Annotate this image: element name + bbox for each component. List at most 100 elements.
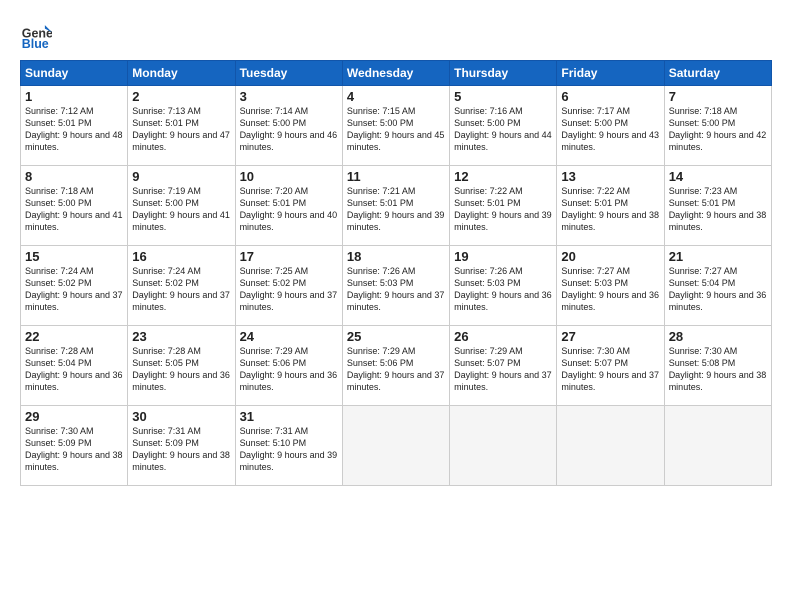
calendar-cell: 5 Sunrise: 7:16 AMSunset: 5:00 PMDayligh…	[450, 86, 557, 166]
calendar-cell: 11 Sunrise: 7:21 AMSunset: 5:01 PMDaylig…	[342, 166, 449, 246]
day-info: Sunrise: 7:21 AMSunset: 5:01 PMDaylight:…	[347, 185, 445, 234]
page-container: General Blue Sunday Monday Tuesday Wedne…	[0, 0, 792, 496]
day-number: 12	[454, 169, 552, 184]
day-info: Sunrise: 7:23 AMSunset: 5:01 PMDaylight:…	[669, 185, 767, 234]
calendar-week-row: 15 Sunrise: 7:24 AMSunset: 5:02 PMDaylig…	[21, 246, 772, 326]
calendar-cell: 29 Sunrise: 7:30 AMSunset: 5:09 PMDaylig…	[21, 406, 128, 486]
day-number: 31	[240, 409, 338, 424]
day-info: Sunrise: 7:20 AMSunset: 5:01 PMDaylight:…	[240, 185, 338, 234]
calendar-cell	[557, 406, 664, 486]
day-info: Sunrise: 7:26 AMSunset: 5:03 PMDaylight:…	[347, 265, 445, 314]
calendar-week-row: 8 Sunrise: 7:18 AMSunset: 5:00 PMDayligh…	[21, 166, 772, 246]
calendar-cell: 28 Sunrise: 7:30 AMSunset: 5:08 PMDaylig…	[664, 326, 771, 406]
calendar-cell: 16 Sunrise: 7:24 AMSunset: 5:02 PMDaylig…	[128, 246, 235, 326]
calendar-cell: 21 Sunrise: 7:27 AMSunset: 5:04 PMDaylig…	[664, 246, 771, 326]
calendar-week-row: 29 Sunrise: 7:30 AMSunset: 5:09 PMDaylig…	[21, 406, 772, 486]
day-number: 3	[240, 89, 338, 104]
day-info: Sunrise: 7:27 AMSunset: 5:04 PMDaylight:…	[669, 265, 767, 314]
calendar-cell: 12 Sunrise: 7:22 AMSunset: 5:01 PMDaylig…	[450, 166, 557, 246]
logo: General Blue	[20, 18, 52, 50]
calendar-cell: 6 Sunrise: 7:17 AMSunset: 5:00 PMDayligh…	[557, 86, 664, 166]
logo-icon: General Blue	[20, 18, 52, 50]
day-number: 22	[25, 329, 123, 344]
col-saturday: Saturday	[664, 61, 771, 86]
day-info: Sunrise: 7:29 AMSunset: 5:06 PMDaylight:…	[240, 345, 338, 394]
calendar-cell: 13 Sunrise: 7:22 AMSunset: 5:01 PMDaylig…	[557, 166, 664, 246]
day-info: Sunrise: 7:29 AMSunset: 5:07 PMDaylight:…	[454, 345, 552, 394]
calendar-cell: 1 Sunrise: 7:12 AMSunset: 5:01 PMDayligh…	[21, 86, 128, 166]
day-number: 9	[132, 169, 230, 184]
calendar-cell: 15 Sunrise: 7:24 AMSunset: 5:02 PMDaylig…	[21, 246, 128, 326]
day-number: 8	[25, 169, 123, 184]
day-number: 10	[240, 169, 338, 184]
calendar-week-row: 22 Sunrise: 7:28 AMSunset: 5:04 PMDaylig…	[21, 326, 772, 406]
calendar-cell: 22 Sunrise: 7:28 AMSunset: 5:04 PMDaylig…	[21, 326, 128, 406]
col-thursday: Thursday	[450, 61, 557, 86]
day-info: Sunrise: 7:12 AMSunset: 5:01 PMDaylight:…	[25, 105, 123, 154]
day-info: Sunrise: 7:31 AMSunset: 5:09 PMDaylight:…	[132, 425, 230, 474]
header-row: Sunday Monday Tuesday Wednesday Thursday…	[21, 61, 772, 86]
day-number: 1	[25, 89, 123, 104]
day-number: 29	[25, 409, 123, 424]
calendar-cell: 27 Sunrise: 7:30 AMSunset: 5:07 PMDaylig…	[557, 326, 664, 406]
day-info: Sunrise: 7:19 AMSunset: 5:00 PMDaylight:…	[132, 185, 230, 234]
day-info: Sunrise: 7:22 AMSunset: 5:01 PMDaylight:…	[454, 185, 552, 234]
calendar-cell: 20 Sunrise: 7:27 AMSunset: 5:03 PMDaylig…	[557, 246, 664, 326]
day-number: 7	[669, 89, 767, 104]
calendar-cell: 9 Sunrise: 7:19 AMSunset: 5:00 PMDayligh…	[128, 166, 235, 246]
calendar-cell: 8 Sunrise: 7:18 AMSunset: 5:00 PMDayligh…	[21, 166, 128, 246]
col-friday: Friday	[557, 61, 664, 86]
day-number: 26	[454, 329, 552, 344]
day-number: 23	[132, 329, 230, 344]
day-number: 25	[347, 329, 445, 344]
day-number: 13	[561, 169, 659, 184]
calendar-cell: 4 Sunrise: 7:15 AMSunset: 5:00 PMDayligh…	[342, 86, 449, 166]
day-number: 21	[669, 249, 767, 264]
day-number: 4	[347, 89, 445, 104]
day-info: Sunrise: 7:27 AMSunset: 5:03 PMDaylight:…	[561, 265, 659, 314]
calendar-cell: 25 Sunrise: 7:29 AMSunset: 5:06 PMDaylig…	[342, 326, 449, 406]
day-number: 16	[132, 249, 230, 264]
calendar-cell: 14 Sunrise: 7:23 AMSunset: 5:01 PMDaylig…	[664, 166, 771, 246]
day-number: 15	[25, 249, 123, 264]
day-number: 14	[669, 169, 767, 184]
calendar-cell	[342, 406, 449, 486]
calendar-table: Sunday Monday Tuesday Wednesday Thursday…	[20, 60, 772, 486]
svg-text:Blue: Blue	[22, 37, 49, 50]
day-info: Sunrise: 7:24 AMSunset: 5:02 PMDaylight:…	[132, 265, 230, 314]
day-info: Sunrise: 7:25 AMSunset: 5:02 PMDaylight:…	[240, 265, 338, 314]
day-info: Sunrise: 7:14 AMSunset: 5:00 PMDaylight:…	[240, 105, 338, 154]
day-info: Sunrise: 7:13 AMSunset: 5:01 PMDaylight:…	[132, 105, 230, 154]
calendar-body: 1 Sunrise: 7:12 AMSunset: 5:01 PMDayligh…	[21, 86, 772, 486]
day-info: Sunrise: 7:16 AMSunset: 5:00 PMDaylight:…	[454, 105, 552, 154]
day-number: 28	[669, 329, 767, 344]
calendar-cell	[664, 406, 771, 486]
day-number: 24	[240, 329, 338, 344]
day-info: Sunrise: 7:30 AMSunset: 5:09 PMDaylight:…	[25, 425, 123, 474]
col-tuesday: Tuesday	[235, 61, 342, 86]
calendar-cell	[450, 406, 557, 486]
calendar-cell: 7 Sunrise: 7:18 AMSunset: 5:00 PMDayligh…	[664, 86, 771, 166]
day-info: Sunrise: 7:26 AMSunset: 5:03 PMDaylight:…	[454, 265, 552, 314]
day-info: Sunrise: 7:30 AMSunset: 5:08 PMDaylight:…	[669, 345, 767, 394]
calendar-cell: 3 Sunrise: 7:14 AMSunset: 5:00 PMDayligh…	[235, 86, 342, 166]
day-number: 27	[561, 329, 659, 344]
day-number: 19	[454, 249, 552, 264]
day-info: Sunrise: 7:24 AMSunset: 5:02 PMDaylight:…	[25, 265, 123, 314]
day-info: Sunrise: 7:18 AMSunset: 5:00 PMDaylight:…	[669, 105, 767, 154]
day-info: Sunrise: 7:31 AMSunset: 5:10 PMDaylight:…	[240, 425, 338, 474]
day-number: 5	[454, 89, 552, 104]
header: General Blue	[20, 18, 772, 50]
day-info: Sunrise: 7:28 AMSunset: 5:05 PMDaylight:…	[132, 345, 230, 394]
day-info: Sunrise: 7:18 AMSunset: 5:00 PMDaylight:…	[25, 185, 123, 234]
calendar-cell: 23 Sunrise: 7:28 AMSunset: 5:05 PMDaylig…	[128, 326, 235, 406]
calendar-week-row: 1 Sunrise: 7:12 AMSunset: 5:01 PMDayligh…	[21, 86, 772, 166]
day-number: 11	[347, 169, 445, 184]
col-monday: Monday	[128, 61, 235, 86]
day-number: 2	[132, 89, 230, 104]
day-info: Sunrise: 7:28 AMSunset: 5:04 PMDaylight:…	[25, 345, 123, 394]
day-info: Sunrise: 7:15 AMSunset: 5:00 PMDaylight:…	[347, 105, 445, 154]
calendar-cell: 30 Sunrise: 7:31 AMSunset: 5:09 PMDaylig…	[128, 406, 235, 486]
day-number: 20	[561, 249, 659, 264]
day-info: Sunrise: 7:17 AMSunset: 5:00 PMDaylight:…	[561, 105, 659, 154]
